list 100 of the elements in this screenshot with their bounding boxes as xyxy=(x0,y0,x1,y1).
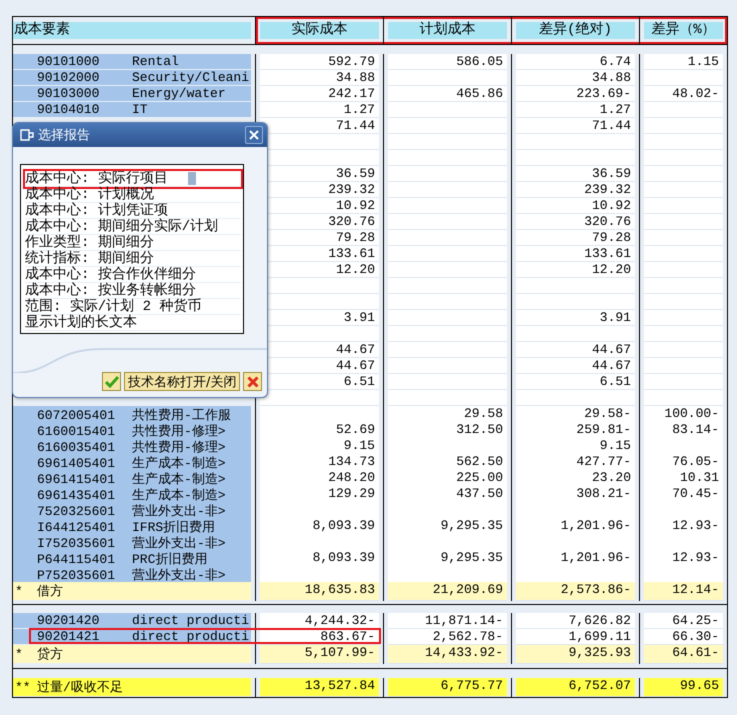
column-header-cell: 计划成本 xyxy=(384,17,512,44)
amount-cell: 34.88 xyxy=(516,70,635,86)
amount-cell: 1.15 xyxy=(644,54,723,70)
close-icon xyxy=(249,130,259,140)
report-list-item[interactable]: 统计指标: 期间细分 xyxy=(25,251,241,267)
amount-cell: 239.32 xyxy=(516,182,635,198)
amount-cell: 12.20 xyxy=(516,262,635,278)
amount-cell: 99.65 xyxy=(644,678,723,697)
dialog-title: 选择报告 xyxy=(38,127,91,144)
amount-cell: 14,433.92- xyxy=(388,645,507,664)
amount-cell: 11,871.14- xyxy=(388,613,507,629)
report-list-item[interactable]: 范围: 实际/计划 2 种货币 xyxy=(25,299,241,315)
amount-cell: 48.02- xyxy=(644,86,723,102)
total-label: 借方 xyxy=(37,583,63,600)
account-code: I644125401 xyxy=(37,520,116,534)
amount-cell: 64.61- xyxy=(644,645,723,664)
cancel-button[interactable] xyxy=(243,372,262,391)
amount-cell: 4,244.32- xyxy=(260,613,379,629)
amount-cell: 79.28 xyxy=(516,230,635,246)
account-description: 营业外支出-非> xyxy=(132,535,226,552)
column-header-cell: 成本要素 xyxy=(13,17,256,44)
account-code: P644115401 xyxy=(37,552,116,566)
account-code: I752035601 xyxy=(37,536,116,550)
amount-cell: 66.30- xyxy=(644,629,723,645)
amount-cell: 21,209.69 xyxy=(388,582,507,601)
account-description: 营业外支出-非> xyxy=(132,567,226,584)
account-code: 6961415401 xyxy=(37,472,116,486)
account-code: 90104010 xyxy=(37,102,100,117)
total-label: 贷方 xyxy=(37,646,63,663)
amount-cell: 2,573.86- xyxy=(516,582,635,601)
amount-cell: 6,752.07 xyxy=(516,678,635,697)
amount-cell: 64.25- xyxy=(644,613,723,629)
amount-cell: 3.91 xyxy=(516,310,635,326)
amount-cell: 592.79 xyxy=(260,54,379,70)
amount-cell: 5,107.99- xyxy=(260,645,379,664)
total-marker: * xyxy=(14,646,24,662)
account-description: 共性费用-修理> xyxy=(132,423,226,440)
amount-cell: 6,775.77 xyxy=(388,678,507,697)
amount-cell: 465.86 xyxy=(388,86,507,102)
close-button[interactable] xyxy=(245,126,263,144)
account-code: 90201420 xyxy=(37,613,100,628)
account-description: 生产成本-制造> xyxy=(132,471,226,488)
account-code: 6961405401 xyxy=(37,456,116,470)
amount-cell: 36.59 xyxy=(516,166,635,182)
account-code: 90101000 xyxy=(37,54,100,69)
account-description: 共性费用-工作服 xyxy=(132,407,231,424)
amount-cell: 1,699.11 xyxy=(516,629,635,645)
account-description: 共性费用-修理> xyxy=(132,439,226,456)
amount-cell: 13,527.84 xyxy=(260,678,379,697)
total-marker: * xyxy=(14,584,24,598)
cancel-icon xyxy=(246,376,259,388)
account-code: 6160035401 xyxy=(37,440,116,454)
report-list-item[interactable]: 作业类型: 期间细分 xyxy=(25,235,241,251)
account-description: Security/Cleani xyxy=(132,70,250,85)
account-description: Rental xyxy=(132,54,179,69)
report-list-item[interactable]: 成本中心: 期间细分实际/计划 xyxy=(25,219,241,235)
amount-cell: 10.92 xyxy=(516,198,635,214)
account-code: 6072005401 xyxy=(37,408,116,422)
amount-cell: 6.74 xyxy=(516,54,635,70)
amount-cell: 242.17 xyxy=(260,86,379,102)
report-list-item[interactable]: 显示计划的长文本 xyxy=(25,315,241,331)
account-description: IT xyxy=(132,102,148,117)
account-code: 6961435401 xyxy=(37,488,116,502)
amount-cell: 133.61 xyxy=(516,246,635,262)
confirm-button[interactable] xyxy=(102,372,121,391)
account-code: 7520325601 xyxy=(37,504,116,518)
account-description: IFRS折旧费用 xyxy=(132,519,216,536)
amount-cell: 320.76 xyxy=(516,214,635,230)
amount-cell: 6.51 xyxy=(516,374,635,390)
report-list-item[interactable]: 成本中心: 按业务转帐细分 xyxy=(25,283,241,299)
account-description: Energy/water xyxy=(132,86,226,101)
account-description: direct producti xyxy=(132,613,250,628)
window-icon xyxy=(20,129,34,141)
check-icon xyxy=(104,376,118,388)
amount-cell: 71.44 xyxy=(260,118,379,134)
account-code: 90201421 xyxy=(37,629,100,644)
account-code: P752035601 xyxy=(37,568,116,582)
report-list-item[interactable]: 成本中心: 计划概况 xyxy=(25,187,241,203)
account-description: PRC折旧费用 xyxy=(132,551,208,568)
account-description: 生产成本-制造> xyxy=(132,455,226,472)
total-marker: ** xyxy=(14,680,32,694)
report-list-item[interactable]: 成本中心: 按合作伙伴细分 xyxy=(25,267,241,283)
amount-cell: 9,325.93 xyxy=(516,645,635,664)
column-header-cell: 实际成本 xyxy=(256,17,384,44)
amount-cell: 34.88 xyxy=(260,70,379,86)
amount-cell: 586.05 xyxy=(388,54,507,70)
account-description: 生产成本-制造> xyxy=(132,487,226,504)
amount-cell: 18,635.83 xyxy=(260,582,379,601)
amount-cell: 1.27 xyxy=(260,102,379,118)
report-list-item[interactable]: 成本中心: 计划凭证项 xyxy=(25,203,241,219)
technical-names-button[interactable]: 技术名称打开/关闭 xyxy=(124,372,240,391)
amount-cell: 44.67 xyxy=(516,342,635,358)
amount-cell: 223.69- xyxy=(516,86,635,102)
amount-cell: 7,626.82 xyxy=(516,613,635,629)
report-list-item[interactable]: 成本中心: 实际行项目 xyxy=(25,171,241,187)
account-code: 90102000 xyxy=(37,70,100,85)
amount-cell: 44.67 xyxy=(516,358,635,374)
amount-cell: 12.14- xyxy=(644,582,723,601)
amount-cell: 2,562.78- xyxy=(388,629,507,645)
column-header-cell: 差异（%） xyxy=(640,17,727,44)
